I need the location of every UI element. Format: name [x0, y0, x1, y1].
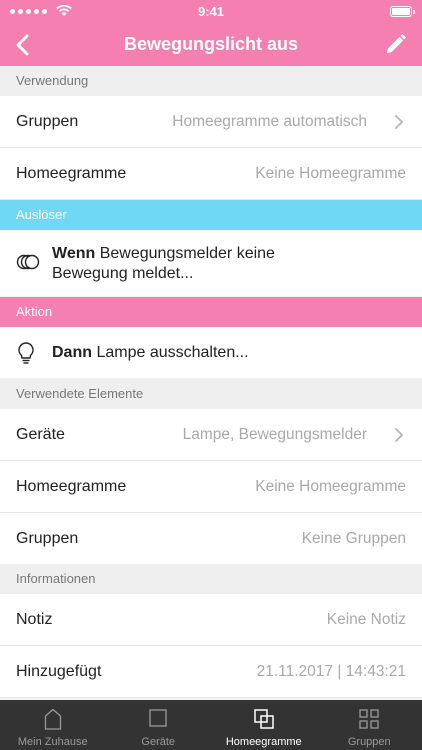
tab-label: Gruppen — [347, 736, 391, 748]
trigger-text: Wenn Bewegungsmelder keine Bewegung meld… — [52, 244, 275, 284]
tab-geraete[interactable]: Geräte — [106, 700, 212, 750]
section-header-informationen: Informationen — [0, 564, 422, 594]
action-row[interactable]: Dann Lampe ausschalten... — [0, 327, 422, 378]
row-label: Gruppen — [16, 530, 79, 547]
action-description: Lampe ausschalten... — [96, 344, 249, 361]
navigation-bar: Bewegungslicht aus — [0, 24, 422, 66]
row-gruppen-elemente: Gruppen Keine Gruppen — [0, 513, 422, 565]
chevron-right-icon — [395, 428, 404, 442]
house-icon — [44, 708, 61, 730]
row-geraete[interactable]: Geräte Lampe, Bewegungsmelder — [0, 409, 422, 461]
section-header-aktion: Aktion — [0, 297, 422, 327]
section-header-elemente: Verwendete Elemente — [0, 379, 422, 409]
tab-label: Homeegramme — [225, 736, 302, 748]
tab-gruppen[interactable]: Gruppen — [317, 700, 422, 750]
chevron-right-icon — [395, 115, 404, 129]
tab-mein-zuhause[interactable]: Mein Zuhause — [0, 700, 106, 750]
battery-icon — [390, 6, 415, 17]
row-value: Keine Notiz — [326, 611, 406, 628]
section-header-verwendung: Verwendung — [0, 66, 422, 96]
section-header-ausloeser: Auslöser — [0, 200, 422, 230]
status-bar: 9:41 — [0, 0, 422, 24]
row-gruppen[interactable]: Gruppen Homeegramme automatisch — [0, 96, 422, 148]
pencil-icon[interactable] — [380, 30, 410, 60]
tab-homeegramme[interactable]: Homeegramme — [211, 700, 317, 750]
tab-label: Geräte — [141, 736, 176, 748]
tab-bar: Mein Zuhause Geräte Homeegramme Gruppen — [0, 700, 422, 750]
row-label: Homeegramme — [16, 165, 127, 182]
row-value: 21.11.2017 | 14:43:21 — [256, 663, 406, 680]
motion-sensor-icon — [16, 254, 40, 270]
square-icon — [149, 709, 167, 727]
row-hinzugefuegt: Hinzugefügt 21.11.2017 | 14:43:21 — [0, 646, 422, 698]
row-value: Keine Homeegramme — [255, 165, 406, 182]
row-label: Notiz — [16, 611, 53, 628]
row-label: Gruppen — [16, 113, 79, 130]
row-label: Homeegramme — [16, 478, 127, 495]
row-homeegramme-elemente: Homeegramme Keine Homeegramme — [0, 461, 422, 513]
action-keyword: Dann — [52, 344, 92, 361]
trigger-row[interactable]: Wenn Bewegungsmelder keine Bewegung meld… — [0, 230, 422, 296]
row-label: Geräte — [16, 426, 65, 443]
row-value: Keine Homeegramme — [255, 478, 406, 495]
grid-icon — [359, 709, 379, 729]
trigger-line-2: Bewegung meldet... — [52, 265, 194, 282]
trigger-line-1: Bewegungsmelder keine — [99, 245, 275, 262]
row-value: Homeegramme automatisch — [172, 113, 367, 130]
overlapping-squares-icon — [254, 709, 274, 729]
page-title: Bewegungslicht aus — [123, 34, 299, 54]
row-homeegramme: Homeegramme Keine Homeegramme — [0, 148, 422, 200]
lightbulb-icon — [18, 342, 34, 364]
row-value: Lampe, Bewegungsmelder — [182, 426, 367, 443]
action-text: Dann Lampe ausschalten... — [52, 343, 249, 363]
row-value: Keine Gruppen — [301, 530, 406, 547]
status-time: 9:41 — [197, 4, 225, 19]
tab-label: Mein Zuhause — [17, 736, 88, 748]
trigger-keyword: Wenn — [52, 245, 96, 262]
row-label: Hinzugefügt — [16, 663, 102, 680]
row-notiz[interactable]: Notiz Keine Notiz — [0, 594, 422, 646]
